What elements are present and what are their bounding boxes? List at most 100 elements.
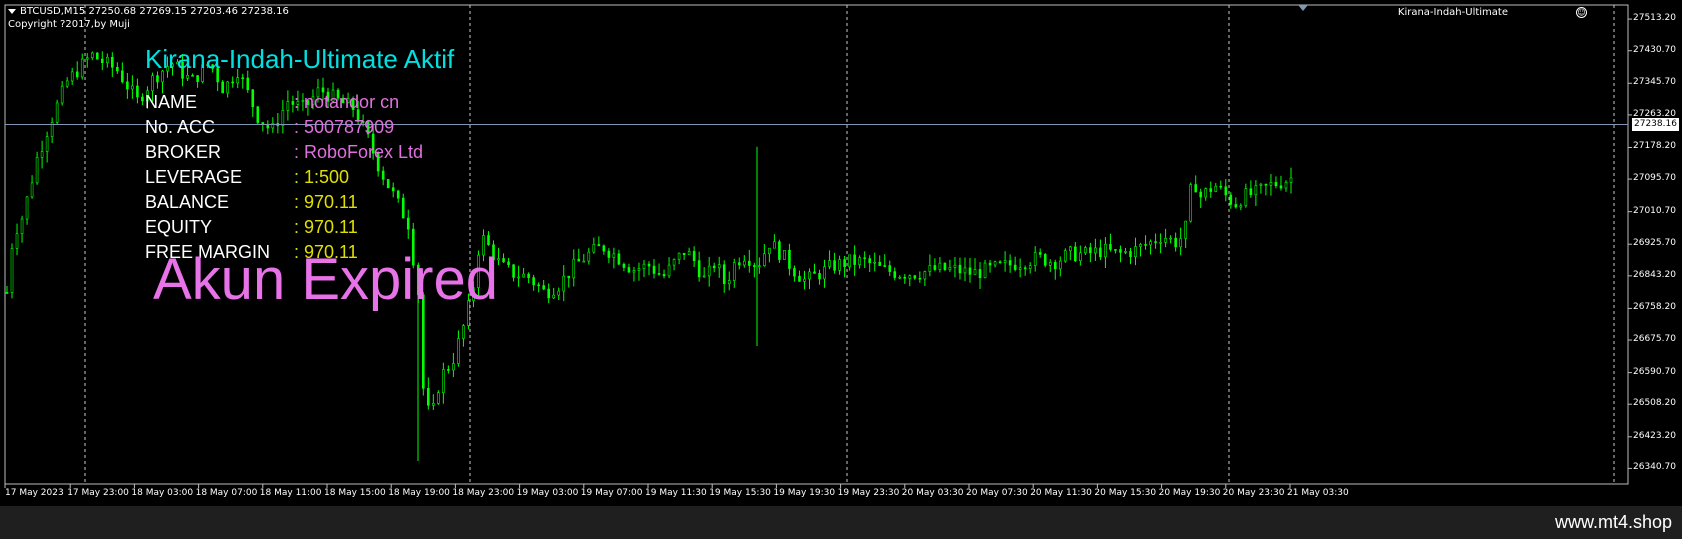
candle-bull	[973, 269, 977, 275]
candle-bull	[1104, 244, 1107, 258]
candle-bear	[241, 77, 245, 79]
candle-bear	[903, 276, 907, 279]
candle-bear	[141, 96, 144, 102]
candle-bear	[893, 271, 897, 278]
candle-bull	[612, 253, 616, 258]
candle-bear	[512, 264, 515, 278]
candle-bear	[1249, 188, 1253, 196]
copyright-text: Copyright ?2017,by Muji	[8, 19, 130, 30]
candle-bull	[1244, 188, 1248, 207]
candle-bull	[938, 262, 942, 270]
price-tick-label: 26423.20	[1633, 430, 1676, 441]
candle-bull	[1084, 247, 1087, 254]
candle-bear	[427, 388, 430, 406]
candle-bear	[502, 258, 505, 263]
candle-bear	[753, 265, 756, 267]
candle-bull	[15, 233, 19, 249]
price-tick-label: 26508.20	[1633, 398, 1676, 409]
candle-bear	[1043, 254, 1047, 266]
candle-bear	[918, 277, 922, 280]
candle-bear	[748, 260, 751, 266]
candle-bear	[818, 273, 821, 280]
time-tick-label: 17 May 23:00	[67, 488, 129, 498]
candle-bear	[396, 190, 400, 199]
candle-bear	[1144, 244, 1147, 246]
info-label: BROKER	[145, 142, 222, 162]
candle-bull	[642, 263, 646, 269]
candle-bull	[55, 102, 59, 123]
price-tick-label: 26758.20	[1633, 302, 1676, 313]
candle-bear	[1274, 182, 1278, 187]
candle-bear	[266, 124, 270, 129]
candle-bear	[447, 369, 450, 371]
candle-bear	[933, 265, 937, 270]
candle-bull	[562, 275, 566, 292]
candle-bull	[993, 261, 997, 266]
candle-bear	[527, 273, 530, 278]
candle-bear	[1209, 188, 1213, 192]
info-label: No. ACC	[145, 117, 216, 137]
candle-bear	[401, 197, 405, 219]
candle-bear	[5, 292, 9, 294]
time-tick-label: 18 May 15:00	[324, 488, 386, 498]
chart-menu-triangle-icon[interactable]	[8, 8, 16, 14]
candle-bull	[226, 81, 229, 94]
candle-bear	[1119, 249, 1122, 253]
candle-bull	[85, 57, 89, 60]
candle-bull	[667, 264, 671, 277]
candle-bull	[106, 56, 109, 63]
candle-bull	[452, 363, 455, 371]
time-tick-label: 19 May 23:30	[837, 488, 900, 498]
candle-bull	[1003, 260, 1007, 263]
info-value: : RoboForex Ltd	[294, 142, 424, 162]
candle-bull	[45, 136, 49, 152]
info-label: BALANCE	[145, 192, 230, 212]
candle-bear	[1114, 249, 1117, 251]
current-price-label: 27238.16	[1632, 118, 1679, 132]
candle-bull	[65, 80, 69, 87]
candle-bull	[838, 259, 841, 271]
candle-bull	[717, 264, 721, 269]
candle-bear	[662, 274, 666, 277]
price-tick-label: 26590.70	[1633, 366, 1676, 377]
candle-bear	[622, 263, 626, 268]
candle-bull	[948, 267, 952, 270]
candle-bull	[587, 251, 591, 262]
candle-bear	[386, 179, 390, 189]
site-link[interactable]: www.mt4.shop	[1555, 512, 1672, 533]
candle-bear	[657, 273, 661, 275]
candle-bear	[943, 262, 947, 270]
overlay-title: Kirana-Indah-Ultimate Aktif	[145, 44, 455, 74]
time-tick-label: 18 May 23:00	[452, 488, 515, 498]
candle-bull	[1028, 265, 1032, 269]
candle-bull	[80, 58, 84, 78]
candle-bull	[637, 268, 641, 271]
candle-bear	[647, 263, 651, 267]
candle-bull	[963, 267, 967, 274]
candle-bull	[1254, 185, 1258, 196]
candle-bear	[883, 265, 887, 267]
candle-bear	[1089, 247, 1092, 254]
candle-bull	[592, 244, 596, 253]
indicator-name: Kirana-Indah-Ultimate	[1397, 7, 1508, 18]
info-value: : 970.11	[294, 217, 358, 237]
candle-bear	[863, 257, 866, 260]
chart-window[interactable]: BTCUSD,M15 27250.68 27269.15 27203.46 27…	[0, 0, 1682, 506]
time-tick-label: 18 May 11:00	[259, 488, 322, 498]
info-label: NAME	[145, 92, 198, 112]
candle-bull	[908, 275, 912, 279]
candle-bear	[577, 258, 581, 262]
candle-bear	[978, 269, 982, 279]
candle-bear	[1199, 191, 1203, 198]
candle-bear	[507, 261, 510, 266]
candle-bear	[1194, 184, 1198, 193]
candle-bull	[732, 262, 736, 281]
candle-bear	[602, 245, 606, 252]
candle-bull	[281, 110, 285, 127]
candle-bull	[848, 254, 851, 268]
time-tick-label: 17 May 2023	[5, 488, 64, 498]
time-tick-label: 20 May 23:30	[1222, 488, 1285, 498]
time-tick-label: 20 May 07:30	[966, 488, 1028, 498]
candle-bull	[742, 260, 746, 266]
candle-bull	[186, 75, 189, 79]
